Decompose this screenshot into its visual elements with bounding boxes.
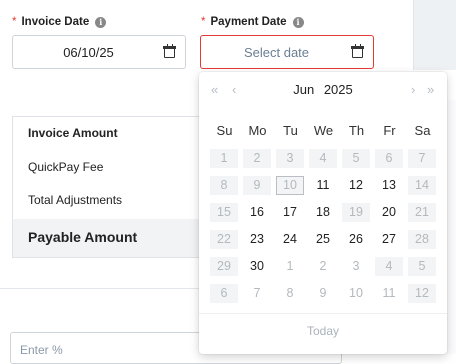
- invoice-date-field[interactable]: 06/10/25: [12, 35, 186, 69]
- calendar-day: 7: [408, 149, 436, 168]
- payment-date-field[interactable]: Select date: [200, 35, 374, 69]
- calendar-day[interactable]: 13: [375, 176, 403, 195]
- calendar-day: 11: [382, 286, 396, 300]
- calendar-icon[interactable]: [351, 43, 364, 58]
- date-picker-popup: « ‹ Jun 2025 › » Su Mo Tu We Th Fr Sa 12345678…: [199, 72, 447, 354]
- invoice-date-label: * Invoice Date i: [12, 16, 107, 28]
- payment-date-label: * Payment Date i: [201, 16, 304, 28]
- calendar-icon[interactable]: [163, 43, 176, 58]
- weekday-label: Th: [348, 123, 365, 138]
- calendar-day: 1: [210, 149, 238, 168]
- weekday-label: Fr: [383, 123, 396, 138]
- calendar-day: 2: [319, 259, 327, 273]
- calendar-day: 19: [342, 203, 370, 222]
- calendar-day: 4: [375, 257, 403, 276]
- calendar-day: 12: [408, 284, 436, 303]
- payable-amount-label: Payable Amount: [28, 229, 138, 245]
- calendar-day: 15: [210, 203, 238, 222]
- calendar-day[interactable]: 25: [309, 230, 337, 249]
- next-month-button[interactable]: ›: [411, 82, 415, 97]
- calendar-day: 9: [319, 286, 327, 300]
- calendar-day[interactable]: 18: [309, 203, 337, 222]
- today-button[interactable]: Today: [199, 324, 447, 338]
- weekday-label: Tu: [283, 123, 298, 138]
- calendar-day: 6: [210, 284, 238, 303]
- calendar-day: 7: [253, 286, 261, 300]
- percent-input-placeholder: Enter %: [20, 343, 63, 357]
- calendar-day: 3: [352, 259, 360, 273]
- calendar-day[interactable]: 17: [276, 203, 304, 222]
- background-panel: [413, 0, 456, 70]
- next-year-button[interactable]: »: [427, 82, 434, 97]
- calendar-day: 21: [408, 203, 436, 222]
- weekday-label: Su: [216, 123, 233, 138]
- calendar-day: 5: [408, 257, 436, 276]
- calendar-day: 6: [375, 149, 403, 168]
- calendar-day[interactable]: 23: [243, 230, 271, 249]
- calendar-day: 8: [210, 176, 238, 195]
- calendar-day: 8: [286, 286, 294, 300]
- calendar-day: 14: [408, 176, 436, 195]
- calendar-day: 10: [276, 176, 304, 195]
- calendar-day: 3: [276, 149, 304, 168]
- calendar-day: 22: [210, 230, 238, 249]
- payable-amount-row: Payable Amount: [13, 219, 213, 257]
- calendar-day[interactable]: 26: [342, 230, 370, 249]
- info-icon: i: [292, 16, 304, 28]
- calendar-day: 5: [342, 149, 370, 168]
- calendar-day: 9: [243, 176, 271, 195]
- weekday-label: Mo: [248, 123, 267, 138]
- total-adjustments-label: Total Adjustments: [28, 193, 123, 207]
- divider: [0, 288, 200, 289]
- calendar-day[interactable]: 24: [276, 230, 304, 249]
- calendar-day[interactable]: 16: [243, 203, 271, 222]
- payment-date-placeholder: Select date: [243, 44, 310, 60]
- invoice-amount-label: Invoice Amount: [28, 126, 118, 140]
- month-year-header: Jun 2025: [199, 82, 447, 97]
- calendar-day: 4: [309, 149, 337, 168]
- calendar-day[interactable]: 27: [375, 230, 403, 249]
- calendar-day: 10: [349, 286, 363, 300]
- calendar-day: 29: [210, 257, 238, 276]
- quickpay-fee-label: QuickPay Fee: [28, 160, 104, 174]
- calendar-day[interactable]: 20: [375, 203, 403, 222]
- weekday-label: We: [313, 123, 334, 138]
- calendar-day: 28: [408, 230, 436, 249]
- calendar-day[interactable]: 30: [243, 257, 271, 276]
- divider: [199, 313, 447, 314]
- weekday-label: Sa: [414, 123, 431, 138]
- calendar-day[interactable]: 12: [342, 176, 370, 195]
- info-icon: i: [95, 16, 107, 28]
- amount-summary-panel: Invoice Amount QuickPay Fee Total Adjust…: [12, 116, 213, 258]
- year-label[interactable]: 2025: [324, 82, 353, 97]
- calendar-day: 1: [286, 259, 294, 273]
- invoice-date-value: 06/10/25: [63, 44, 114, 60]
- month-label[interactable]: Jun: [293, 82, 314, 97]
- calendar-day: 2: [243, 149, 271, 168]
- calendar-day[interactable]: 11: [309, 176, 337, 195]
